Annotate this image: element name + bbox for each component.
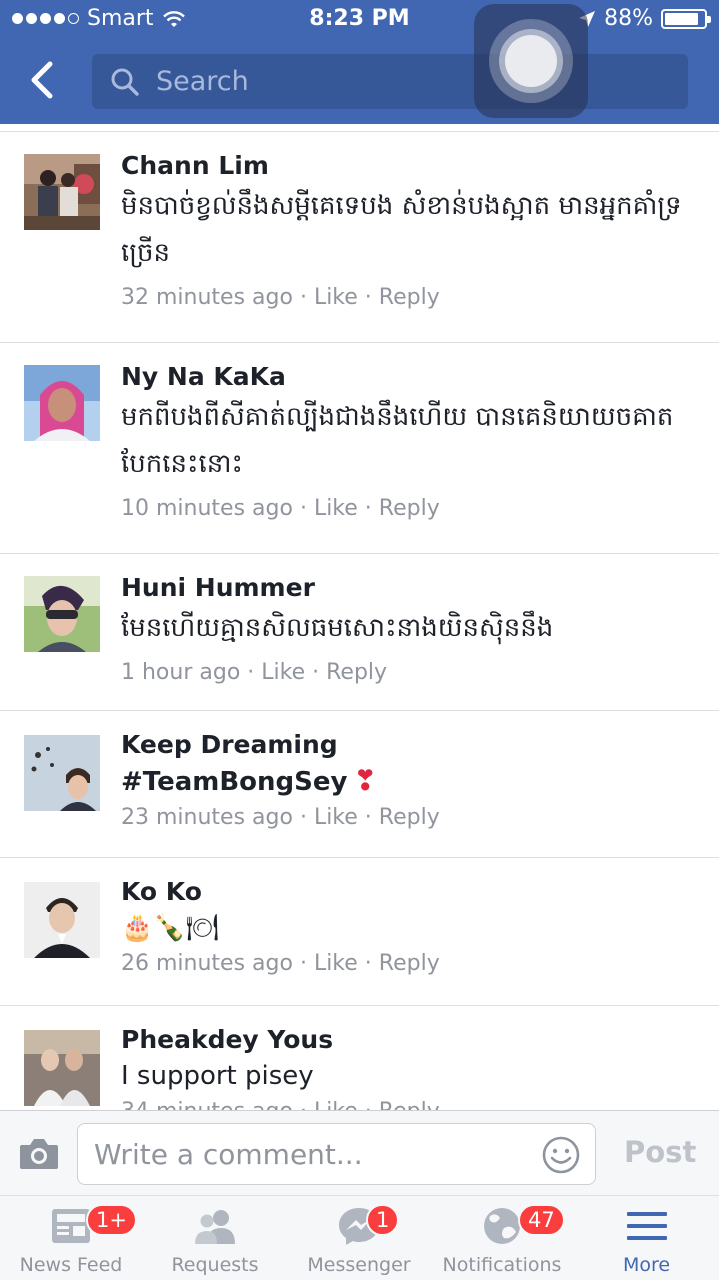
tab-requests[interactable]: Requests [142, 1196, 288, 1280]
comment-meta: 23 minutes ago · Like · Reply [121, 805, 440, 830]
post-button[interactable]: Post [624, 1135, 696, 1169]
notifications-badge: 47 [518, 1204, 565, 1236]
comment-body: Pheakdey Yous I support pisey 34 minutes… [121, 1024, 695, 1110]
like-link[interactable]: Like [261, 660, 305, 685]
header: Smart 8:23 PM 88% [0, 0, 719, 124]
comment-body: Ko Ko 🎂🍾🍽 26 minutes ago · Like · Reply [121, 876, 695, 976]
battery-fill [665, 12, 699, 25]
comment-author[interactable]: Keep Dreaming [121, 729, 695, 761]
comment-time: 1 hour ago [121, 660, 241, 685]
comment-time: 10 minutes ago [121, 496, 293, 521]
reply-link[interactable]: Reply [379, 496, 440, 521]
comment-meta: 10 minutes ago · Like · Reply [121, 496, 440, 521]
tab-label: More [622, 1254, 671, 1276]
friend-requests-icon [195, 1210, 235, 1244]
comment-author[interactable]: Huni Hummer [121, 572, 695, 604]
comment-meta: 34 minutes ago · Like · Reply [121, 1099, 695, 1110]
nav-bar [0, 40, 719, 124]
reply-link[interactable]: Reply [379, 285, 440, 310]
tab-bar: 1+ News Feed Requests 1 Messenger 47 Not… [0, 1196, 719, 1280]
reply-link[interactable]: Reply [379, 805, 440, 830]
comment-text: មិនបាច់ខ្វល់នឹងសម្តីគេទេបង សំខាន់បងស្អាត… [121, 191, 682, 268]
avatar[interactable] [24, 365, 100, 441]
comments-list[interactable]: Chann Lim មិនបាច់ខ្វល់នឹងសម្តីគេទេបង សំខ… [0, 124, 719, 1110]
comment-item: Huni Hummer មែនហើយគ្មានសិលធមសោះនាងយិនស៊ិ… [0, 554, 719, 711]
comment-meta: 1 hour ago · Like · Reply [121, 660, 388, 685]
like-link[interactable]: Like [314, 805, 358, 830]
comment-meta: 32 minutes ago · Like · Reply [121, 285, 440, 310]
comment-time: 32 minutes ago [121, 285, 293, 310]
avatar[interactable] [24, 576, 100, 652]
globe-icon [484, 1208, 520, 1244]
comment-time: 23 minutes ago [121, 805, 293, 830]
tab-more[interactable]: More [574, 1196, 719, 1280]
smiley-icon[interactable] [541, 1135, 581, 1175]
like-link[interactable]: Like [314, 951, 358, 976]
comment-body: Keep Dreaming #TeamBongSey ❣ 23 minutes a… [121, 729, 695, 830]
reply-link[interactable]: Reply [379, 951, 440, 976]
search-input[interactable] [156, 66, 476, 97]
search-icon [111, 68, 139, 96]
comment-composer: Post [0, 1110, 719, 1196]
comment-text: I support pisey [121, 1061, 314, 1091]
status-right: 88% [578, 6, 711, 31]
comment-text: មកពីបងពីសីគាត់ល្បីងជាងនឹងហើយ បានគេនិយាយច… [121, 402, 674, 479]
comment-meta: 26 minutes ago · Like · Reply [121, 951, 440, 976]
back-chevron-icon[interactable] [24, 58, 60, 102]
comment-body: Ny Na KaKa មកពីបងពីសីគាត់ល្បីងជាងនឹងហើយ … [121, 361, 695, 521]
assistive-touch-button[interactable] [474, 4, 588, 118]
reply-link[interactable]: Reply [379, 1099, 440, 1110]
comment-author[interactable]: Ny Na KaKa [121, 361, 695, 393]
comment-time: 26 minutes ago [121, 951, 293, 976]
avatar[interactable] [24, 735, 100, 811]
comment-author[interactable]: Ko Ko [121, 876, 695, 908]
divider [0, 124, 719, 132]
like-link[interactable]: Like [314, 1099, 358, 1110]
comment-item: Ny Na KaKa មកពីបងពីសីគាត់ល្បីងជាងនឹងហើយ … [0, 343, 719, 554]
news-feed-badge: 1+ [86, 1204, 137, 1236]
comment-text: 🎂🍾🍽 [121, 913, 219, 943]
avatar[interactable] [24, 882, 100, 958]
tab-label: Messenger [307, 1254, 411, 1276]
comment-author[interactable]: Chann Lim [121, 150, 695, 182]
menu-icon [626, 1212, 667, 1240]
camera-icon[interactable] [18, 1135, 60, 1171]
battery-percent: 88% [604, 6, 653, 31]
search-bar[interactable] [92, 54, 688, 109]
battery-icon [661, 8, 711, 29]
comment-item: Pheakdey Yous I support pisey 34 minutes… [0, 1006, 719, 1110]
comment-item: Chann Lim មិនបាច់ខ្វល់នឹងសម្តីគេទេបង សំខ… [0, 132, 719, 343]
comment-body: Huni Hummer មែនហើយគ្មានសិលធមសោះនាងយិនស៊ិ… [121, 572, 695, 685]
tab-news-feed[interactable]: 1+ News Feed [0, 1196, 142, 1280]
like-link[interactable]: Like [314, 285, 358, 310]
comment-item: Keep Dreaming #TeamBongSey ❣ 23 minutes a… [0, 711, 719, 858]
comment-text: #TeamBongSey ❣ [121, 762, 695, 801]
hashtag-link[interactable]: #TeamBongSey [121, 767, 347, 797]
tab-label: Requests [171, 1254, 259, 1276]
comment-field[interactable] [77, 1123, 596, 1185]
tab-label: News Feed [19, 1254, 123, 1276]
tab-notifications[interactable]: 47 Notifications [430, 1196, 574, 1280]
reply-link[interactable]: Reply [326, 660, 387, 685]
comment-body: Chann Lim មិនបាច់ខ្វល់នឹងសម្តីគេទេបង សំខ… [121, 150, 695, 310]
heart-emoji: ❣ [353, 764, 377, 797]
avatar[interactable] [24, 154, 100, 230]
comment-author[interactable]: Pheakdey Yous [121, 1024, 695, 1056]
tab-label: Notifications [442, 1254, 562, 1276]
tab-messenger[interactable]: 1 Messenger [288, 1196, 430, 1280]
avatar[interactable] [24, 1030, 100, 1106]
comment-text: មែនហើយគ្មានសិលធមសោះនាងយិនស៊ិននឹង [121, 613, 554, 643]
like-link[interactable]: Like [314, 496, 358, 521]
comment-item: Ko Ko 🎂🍾🍽 26 minutes ago · Like · Reply [0, 858, 719, 1006]
messenger-badge: 1 [366, 1204, 400, 1236]
comment-time: 34 minutes ago [121, 1099, 293, 1110]
comment-input[interactable] [94, 1138, 524, 1171]
status-bar: Smart 8:23 PM 88% [0, 0, 719, 40]
